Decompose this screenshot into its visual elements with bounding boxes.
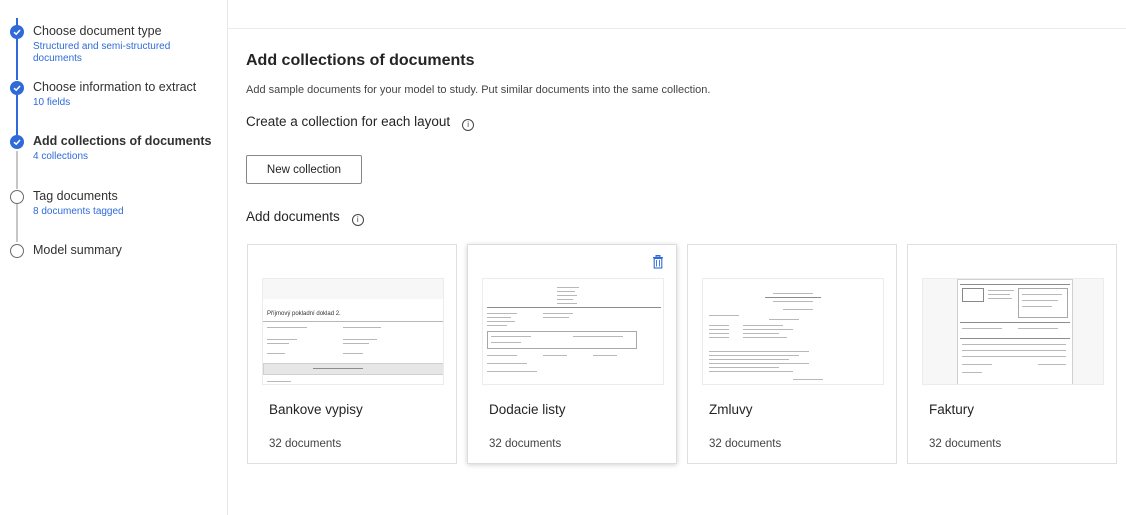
document-thumbnail — [922, 278, 1104, 385]
collection-card-dodacie-listy[interactable]: Dodacie listy 32 documents — [467, 244, 677, 464]
empty-circle-icon — [10, 190, 24, 204]
thumbnail-text: Příjmový pokladní doklad 2. — [267, 311, 341, 317]
empty-circle-icon — [10, 244, 24, 258]
step-connector — [16, 151, 18, 189]
step-connector — [16, 95, 18, 137]
add-documents-heading-text: Add documents — [246, 209, 340, 224]
step-title: Choose information to extract — [33, 80, 197, 94]
trash-icon[interactable] — [652, 255, 664, 269]
checkmark-circle-icon — [10, 81, 24, 95]
collection-name: Zmluvy — [709, 402, 753, 417]
wizard-steps: Choose document type Structured and semi… — [0, 0, 228, 515]
collection-name: Faktury — [929, 402, 975, 417]
collection-count: 32 documents — [929, 438, 1002, 450]
collection-count: 32 documents — [709, 438, 782, 450]
create-collection-heading: Create a collection for each layout i — [246, 114, 475, 131]
step-subtitle[interactable]: Structured and semi-structured documents — [33, 41, 203, 65]
create-collection-heading-text: Create a collection for each layout — [246, 114, 451, 129]
step-subtitle[interactable]: 10 fields — [33, 97, 203, 109]
document-thumbnail: Příjmový pokladní doklad 2. — [262, 278, 444, 385]
step-subtitle[interactable]: 4 collections — [33, 151, 203, 163]
page-description: Add sample documents for your model to s… — [246, 84, 711, 96]
header-divider — [228, 28, 1126, 29]
info-icon[interactable]: i — [351, 214, 364, 226]
page-title: Add collections of documents — [246, 52, 475, 69]
add-documents-heading: Add documents i — [246, 209, 364, 226]
checkmark-circle-icon — [10, 25, 24, 39]
step-subtitle[interactable]: 8 documents tagged — [33, 206, 203, 218]
collection-card-faktury[interactable]: Faktury 32 documents — [907, 244, 1117, 464]
collection-card-zmluvy[interactable]: Zmluvy 32 documents — [687, 244, 897, 464]
step-title: Tag documents — [33, 189, 118, 203]
step-connector — [16, 204, 18, 242]
collection-name: Bankove vypisy — [269, 402, 363, 417]
new-collection-button[interactable]: New collection — [246, 155, 362, 184]
step-title: Choose document type — [33, 24, 162, 38]
info-icon[interactable]: i — [462, 119, 475, 131]
collection-name: Dodacie listy — [489, 402, 566, 417]
collection-count: 32 documents — [489, 438, 562, 450]
step-title: Model summary — [33, 243, 122, 257]
collection-count: 32 documents — [269, 438, 342, 450]
collection-card-bankove-vypisy[interactable]: Příjmový pokladní doklad 2. Bankove vypi… — [247, 244, 457, 464]
step-title: Add collections of documents — [33, 134, 212, 148]
document-thumbnail — [482, 278, 664, 385]
checkmark-circle-icon — [10, 135, 24, 149]
document-thumbnail — [702, 278, 884, 385]
